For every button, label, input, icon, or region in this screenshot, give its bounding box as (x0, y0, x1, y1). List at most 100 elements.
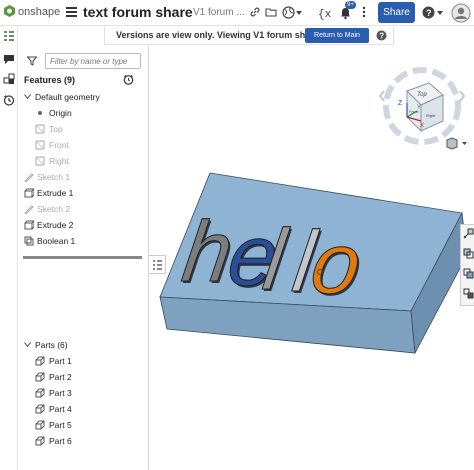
part-icon (35, 372, 45, 382)
help-icon[interactable]: ? (422, 6, 435, 19)
top-bar: onshape text forum share V1 forum ... {x… (0, 0, 474, 26)
feature-panel: Features (9) Default geometry Origin Top… (18, 45, 149, 470)
section-view-icon[interactable] (463, 248, 474, 259)
comments-icon[interactable] (3, 53, 15, 65)
part-label: Part 1 (49, 356, 72, 366)
user-avatar-icon[interactable] (451, 3, 471, 23)
part-icon (35, 420, 45, 430)
parts-header-label: Parts (6) (35, 340, 68, 350)
feature-label: Front (49, 140, 69, 150)
version-name[interactable]: V1 forum ... (193, 7, 245, 18)
chevron-down-icon[interactable] (24, 94, 31, 100)
extrude-icon (24, 188, 34, 198)
part-icon (35, 436, 45, 446)
variables-icon[interactable]: {x} (318, 6, 332, 20)
feature-label: Extrude 2 (37, 220, 74, 230)
origin-dot-icon (38, 111, 42, 115)
part-item[interactable]: Part 2 (18, 370, 149, 384)
feature-item-sketch-1[interactable]: Sketch 1 (18, 170, 149, 184)
plane-icon (35, 124, 45, 134)
svg-text:?: ? (379, 32, 384, 41)
measure-icon[interactable] (463, 228, 474, 239)
feature-label: Origin (49, 108, 72, 118)
share-button[interactable]: Share (378, 2, 415, 23)
sketch-icon (24, 205, 34, 214)
globe-icon[interactable] (282, 6, 295, 19)
feature-item-boolean-1[interactable]: Boolean 1 (18, 234, 149, 248)
banner-help-icon[interactable]: ? (376, 30, 387, 41)
features-header: Features (9) (24, 75, 76, 85)
boolean-icon (24, 236, 34, 246)
part-item[interactable]: Part 6 (18, 434, 149, 448)
feature-item-top-plane[interactable]: Top (18, 122, 149, 136)
explode-view-icon[interactable] (463, 288, 474, 299)
svg-text:{x}: {x} (318, 9, 332, 20)
onshape-logo-icon[interactable] (3, 4, 16, 18)
feature-filter-input[interactable] (45, 53, 141, 69)
part-item[interactable]: Part 4 (18, 402, 149, 416)
filter-icon[interactable] (27, 56, 37, 66)
part-item[interactable]: Part 1 (18, 354, 149, 368)
feature-label: Top (49, 124, 63, 134)
hello-text[interactable]: hheelllloo (177, 204, 369, 314)
link-icon[interactable] (249, 6, 261, 18)
hamburger-menu-icon[interactable] (66, 7, 77, 17)
extrude-icon (24, 220, 34, 230)
feature-label: Right (49, 156, 69, 166)
list-toggle-icon (153, 260, 162, 270)
axis-x-label: X (420, 123, 424, 129)
parts-cubes-icon[interactable] (3, 73, 15, 85)
feature-item-extrude-2[interactable]: Extrude 2 (18, 218, 149, 232)
rollback-history-icon[interactable] (123, 74, 134, 85)
history-icon[interactable] (3, 94, 15, 106)
parts-header[interactable]: Parts (6) (18, 338, 149, 352)
part-label: Part 4 (49, 404, 72, 414)
display-mode-icon[interactable] (445, 137, 469, 150)
part-icon (35, 356, 45, 366)
view-cube-right-label: Right (426, 113, 436, 118)
notification-count-badge: 9+ (345, 1, 356, 9)
part-label: Part 6 (49, 436, 72, 446)
part-label: Part 3 (49, 388, 72, 398)
brand-name: onshape (18, 6, 61, 18)
feature-item-origin[interactable]: Origin (18, 106, 149, 120)
feature-panel-toggle[interactable] (149, 255, 166, 274)
feature-label: Sketch 2 (37, 204, 71, 214)
feature-item-right-plane[interactable]: Right (18, 154, 149, 168)
feature-item-extrude-1[interactable]: Extrude 1 (18, 186, 149, 200)
feature-item-front-plane[interactable]: Front (18, 138, 149, 152)
feature-label: Sketch 1 (37, 172, 71, 182)
feature-label: Extrude 1 (37, 188, 74, 198)
plane-icon (35, 156, 45, 166)
svg-text:?: ? (426, 8, 432, 18)
appearance-icon[interactable] (463, 268, 474, 279)
part-item[interactable]: Part 3 (18, 386, 149, 400)
feature-list-icon[interactable] (3, 30, 15, 42)
feature-label: Default geometry (35, 92, 100, 102)
folder-icon[interactable] (265, 6, 277, 18)
sketch-icon (24, 173, 34, 182)
feature-label: Boolean 1 (37, 236, 76, 246)
axis-z-label: Z (398, 100, 403, 107)
help-menu-chevron-icon[interactable] (437, 11, 443, 16)
version-banner: Versions are view only. Viewing V1 forum… (104, 26, 394, 45)
more-options-icon[interactable] (362, 6, 366, 18)
part-label: Part 2 (49, 372, 72, 382)
part-icon (35, 404, 45, 414)
chevron-down-icon[interactable] (24, 342, 31, 348)
view-cube-top-label: Top (417, 92, 427, 98)
part-icon (35, 388, 45, 398)
plane-icon (35, 140, 45, 150)
left-icon-rail (0, 26, 18, 470)
version-banner-text: Versions are view only. Viewing V1 forum… (116, 30, 313, 40)
part-label: Part 5 (49, 420, 72, 430)
axis-y-label: Y (417, 105, 421, 111)
part-item[interactable]: Part 5 (18, 418, 149, 432)
chevron-down-icon[interactable] (296, 11, 302, 16)
document-title[interactable]: text forum share (83, 4, 193, 20)
graphics-viewport[interactable]: hheelllloo Top Front Right Z X Y (149, 45, 474, 470)
feature-item-sketch-2[interactable]: Sketch 2 (18, 202, 149, 216)
feature-item-default-geometry[interactable]: Default geometry (18, 90, 149, 104)
return-to-main-button[interactable]: Return to Main (305, 28, 369, 43)
rollback-bar[interactable] (23, 256, 142, 259)
